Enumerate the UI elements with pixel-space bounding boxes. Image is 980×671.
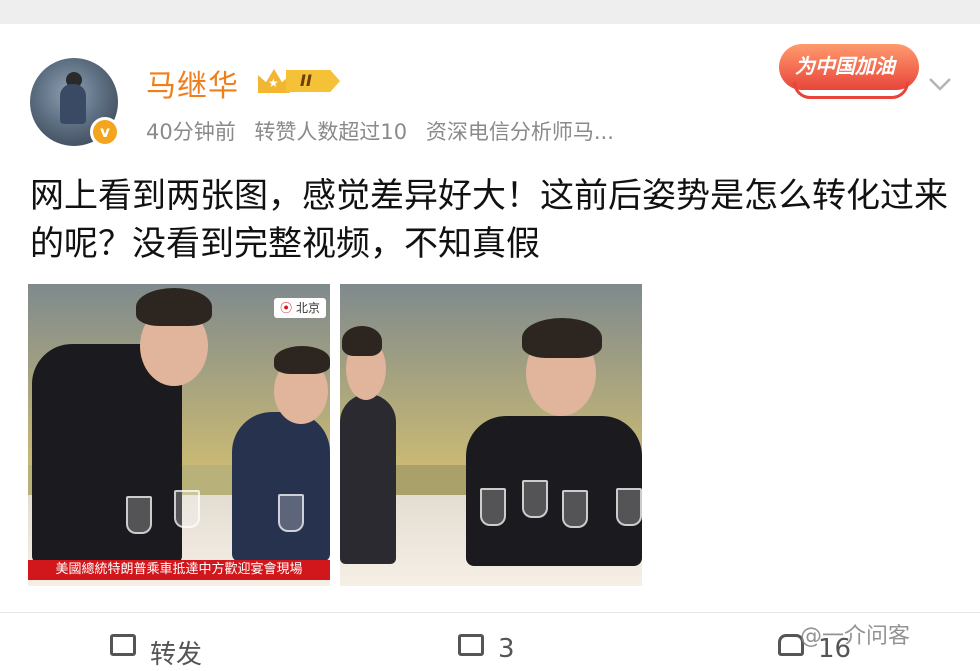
wine-glass [174, 490, 200, 528]
repost-label: 转发 [150, 640, 203, 670]
location-tag: ⦿ 北京 [274, 298, 326, 318]
username[interactable]: 马继华 [146, 61, 239, 105]
promo-ring [793, 82, 909, 99]
repost-note: 转赞人数超过10 [254, 120, 408, 144]
post-image-1[interactable]: ⦿ 北京 美國總統特朗普乘車抵達中方歡迎宴會現場 [28, 284, 330, 586]
location-label: 北京 [295, 301, 320, 315]
figure-left-suit [340, 394, 396, 564]
watermark: @一介问客 [800, 624, 911, 649]
post-text: 网上看到两张图，感觉差异好大！这前后姿势是怎么转化过来的呢？没看到完整视频，不知… [30, 176, 948, 264]
chevron-down-icon[interactable] [926, 70, 954, 98]
comment-icon [458, 634, 484, 656]
figure-right-hair [274, 346, 330, 374]
figure-right-hair [522, 318, 602, 358]
wine-glass [522, 480, 548, 518]
promo-text: 为中国加油 [795, 54, 895, 78]
figure-left-hair [342, 326, 382, 356]
top-bar [0, 0, 980, 24]
verified-icon: v [90, 117, 120, 147]
crown-star-icon: ★ [268, 76, 279, 90]
divider [0, 612, 980, 613]
user-bio: 资深电信分析师马... [425, 120, 614, 144]
post-time: 40分钟前 [146, 120, 236, 144]
wine-glass [562, 490, 588, 528]
promo-badge[interactable]: 为中国加油 [779, 36, 919, 100]
news-caption: 美國總統特朗普乘車抵達中方歡迎宴會現場 [28, 560, 330, 580]
comment-count: 3 [498, 634, 515, 664]
repost-icon [110, 634, 136, 656]
post-image-2[interactable] [340, 284, 642, 586]
wine-glass [616, 488, 642, 526]
post-meta: 40分钟前 转赞人数超过10 资深电信分析师马... [146, 116, 626, 146]
vip-level: II [286, 70, 340, 92]
figure-left-hair [136, 288, 212, 326]
wine-glass [480, 488, 506, 526]
avatar-body [60, 84, 86, 124]
vip-badge[interactable]: ★ II [258, 66, 344, 96]
wine-glass [126, 496, 152, 534]
wine-glass [278, 494, 304, 532]
comment-button[interactable]: 3 [458, 634, 515, 664]
repost-button[interactable]: 转发 [110, 634, 202, 671]
figure-right-suit [232, 412, 330, 562]
location-pin-icon: ⦿ [280, 301, 293, 315]
